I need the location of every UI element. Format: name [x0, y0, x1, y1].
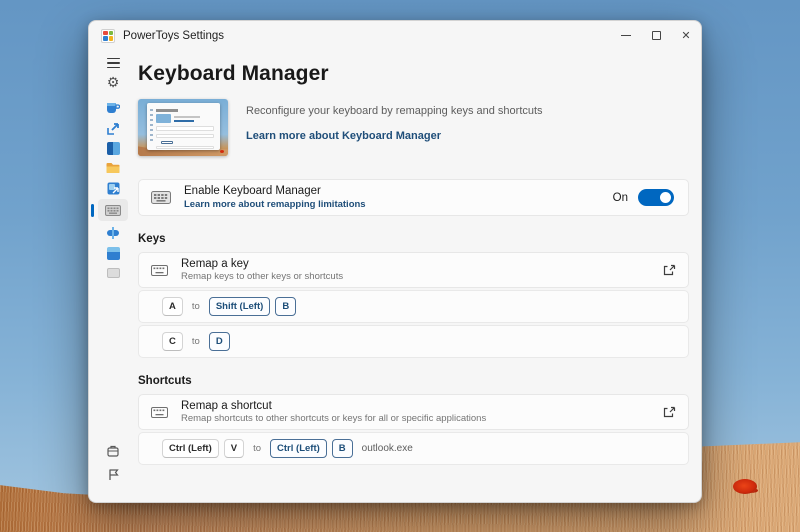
keys-section-header: Keys — [138, 233, 689, 245]
remap-key-title: Remap a key — [181, 257, 343, 271]
hero-section: Reconfigure your keyboard by remapping k… — [138, 99, 689, 156]
hamburger-icon — [107, 58, 120, 69]
remap-key-launch-button[interactable] — [661, 262, 678, 279]
sidebar-item-shortcut-guide[interactable] — [89, 264, 137, 282]
key-chip-target: D — [209, 332, 230, 351]
enable-toggle[interactable] — [638, 189, 674, 206]
mouse-utilities-icon — [106, 227, 120, 239]
fancyzones-icon — [107, 142, 120, 155]
sidebar-item-fancyzones[interactable] — [89, 139, 137, 157]
maximize-icon — [652, 31, 661, 40]
sidebar-item-awake[interactable] — [89, 99, 137, 117]
keyboard-manager-preview-image — [138, 99, 228, 156]
window-controls: ✕ — [611, 21, 701, 50]
folder-icon — [106, 162, 120, 174]
sidebar-item-keyboard-manager[interactable] — [98, 199, 128, 221]
sidebar-item-image-resizer[interactable] — [89, 179, 137, 197]
remap-shortcut-launch-button[interactable] — [661, 404, 678, 421]
content-area: Keyboard Manager Reconfigure your keyboa… — [137, 50, 701, 502]
keyboard-icon — [151, 191, 171, 204]
close-icon: ✕ — [681, 29, 690, 42]
selected-indicator — [91, 204, 94, 217]
key-chip-target: Ctrl (Left) — [270, 439, 327, 458]
oobe-icon — [107, 445, 119, 457]
key-chip: Ctrl (Left) — [162, 439, 219, 458]
sidebar-item-oobe[interactable] — [89, 442, 137, 460]
key-chip: V — [224, 439, 244, 458]
open-new-window-icon — [663, 264, 676, 277]
shortcut-guide-icon — [107, 268, 120, 278]
to-label: to — [192, 336, 200, 347]
open-new-window-icon — [663, 406, 676, 419]
minimize-icon — [621, 35, 631, 36]
keyboard-manager-icon — [105, 205, 121, 216]
key-chip-target: B — [332, 439, 353, 458]
powertoys-app-icon — [101, 29, 115, 43]
maximize-button[interactable] — [641, 21, 671, 50]
awake-icon — [106, 102, 120, 114]
target-app-label: outlook.exe — [362, 443, 413, 454]
title-bar: PowerToys Settings ✕ — [89, 21, 701, 50]
to-label: to — [192, 301, 200, 312]
powerrename-icon — [107, 247, 120, 260]
remap-shortcut-subtitle: Remap shortcuts to other shortcuts or ke… — [181, 413, 486, 425]
enable-card: Enable Keyboard Manager Learn more about… — [138, 179, 689, 216]
remap-shortcut-title: Remap a shortcut — [181, 399, 486, 413]
menu-button[interactable] — [89, 54, 137, 72]
remapping-limitations-link[interactable]: Learn more about remapping limitations — [184, 199, 366, 211]
key-chip-target: B — [275, 297, 296, 316]
key-chip: A — [162, 297, 183, 316]
shortcut-mapping-row: Ctrl (Left) V to Ctrl (Left) B outlook.e… — [138, 432, 689, 465]
remap-key-card: Remap a key Remap keys to other keys or … — [138, 252, 689, 288]
key-mapping-row: C to D — [138, 325, 689, 358]
window-title: PowerToys Settings — [123, 30, 224, 42]
always-on-top-icon — [107, 122, 120, 135]
minimize-button[interactable] — [611, 21, 641, 50]
key-chip: C — [162, 332, 183, 351]
close-button[interactable]: ✕ — [671, 21, 701, 50]
sidebar-item-mouse-utilities[interactable] — [89, 224, 137, 242]
image-resizer-icon — [107, 182, 120, 195]
sidebar-item-always-on-top[interactable] — [89, 119, 137, 137]
enable-title: Enable Keyboard Manager — [184, 184, 366, 198]
toggle-state-label: On — [613, 192, 628, 204]
powertoys-settings-window: PowerToys Settings ✕ ⚙ — [88, 20, 702, 503]
gear-icon: ⚙ — [107, 76, 120, 90]
page-title: Keyboard Manager — [138, 62, 689, 86]
sidebar-nav: ⚙ — [89, 50, 137, 502]
keyboard-icon — [151, 265, 168, 276]
sidebar-item-feedback[interactable] — [89, 465, 137, 483]
toggle-knob — [660, 192, 671, 203]
page-description: Reconfigure your keyboard by remapping k… — [246, 105, 543, 117]
to-label: to — [253, 443, 261, 454]
shortcuts-section-header: Shortcuts — [138, 375, 689, 387]
keyboard-icon — [151, 407, 168, 418]
learn-more-link[interactable]: Learn more about Keyboard Manager — [246, 130, 441, 142]
sidebar-item-powerrename[interactable] — [89, 244, 137, 262]
sidebar-item-general[interactable]: ⚙ — [89, 74, 137, 92]
key-mapping-row: A to Shift (Left) B — [138, 290, 689, 323]
remap-shortcut-card: Remap a shortcut Remap shortcuts to othe… — [138, 394, 689, 430]
desktop-flower — [733, 479, 757, 494]
key-chip-target: Shift (Left) — [209, 297, 271, 316]
feedback-flag-icon — [108, 468, 119, 481]
remap-key-subtitle: Remap keys to other keys or shortcuts — [181, 271, 343, 283]
sidebar-item-file-explorer[interactable] — [89, 159, 137, 177]
